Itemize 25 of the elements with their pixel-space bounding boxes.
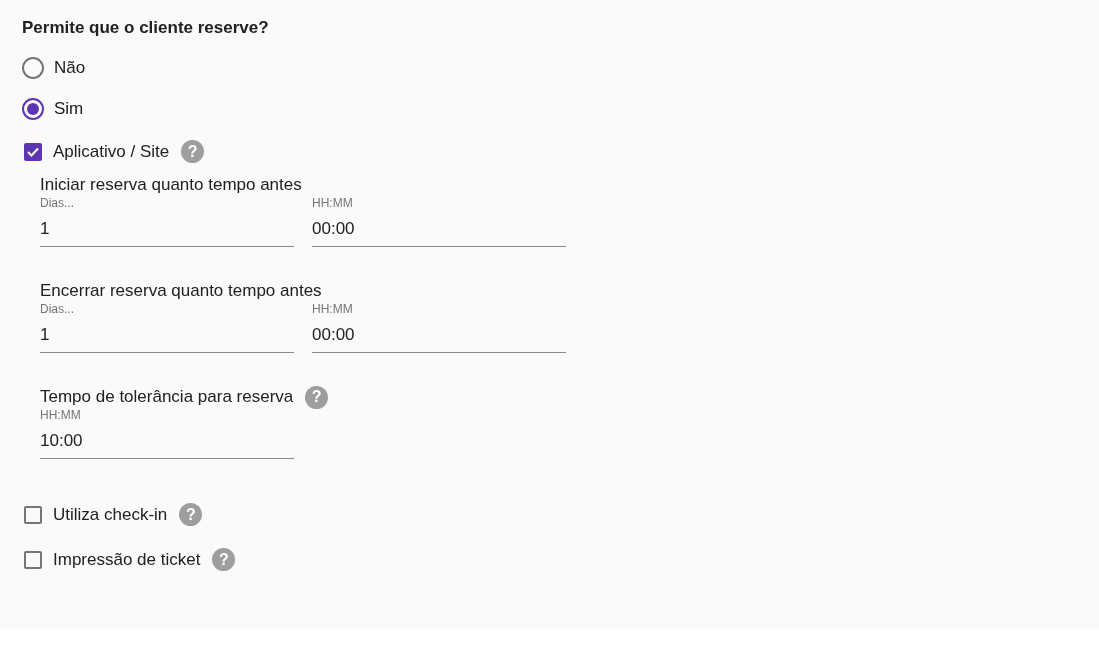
field-label: HH:MM: [40, 408, 82, 422]
checkbox-label[interactable]: Impressão de ticket: [53, 549, 201, 570]
section-title: Encerrar reserva quanto tempo antes: [40, 281, 322, 301]
field-label: HH:MM: [312, 302, 354, 316]
input-field[interactable]: 1: [40, 210, 294, 247]
field-label: Dias...: [40, 196, 75, 210]
field-label: HH:MM: [312, 196, 354, 210]
input-field[interactable]: 00:00: [312, 210, 566, 247]
section-title: Iniciar reserva quanto tempo antes: [40, 175, 302, 195]
check-icon: [27, 146, 39, 157]
field-label: Dias...: [40, 302, 75, 316]
section-title: Tempo de tolerância para reserva: [40, 387, 294, 407]
input-field[interactable]: 00:00: [312, 316, 566, 353]
input-field[interactable]: 10:00: [40, 422, 294, 459]
input-field[interactable]: 1: [40, 316, 294, 353]
radio-button[interactable]: [22, 97, 44, 120]
checkbox[interactable]: [24, 142, 42, 161]
option-label[interactable]: Não: [54, 57, 86, 78]
checkbox[interactable]: [24, 550, 42, 569]
checkbox[interactable]: [24, 505, 42, 524]
checkbox-label[interactable]: Utiliza check-in: [53, 504, 168, 525]
question-title: Permite que o cliente reserve?: [22, 18, 270, 38]
option-label[interactable]: Sim: [54, 98, 84, 119]
checkbox-label[interactable]: Aplicativo / Site: [53, 141, 170, 162]
radio-button[interactable]: [22, 56, 44, 79]
